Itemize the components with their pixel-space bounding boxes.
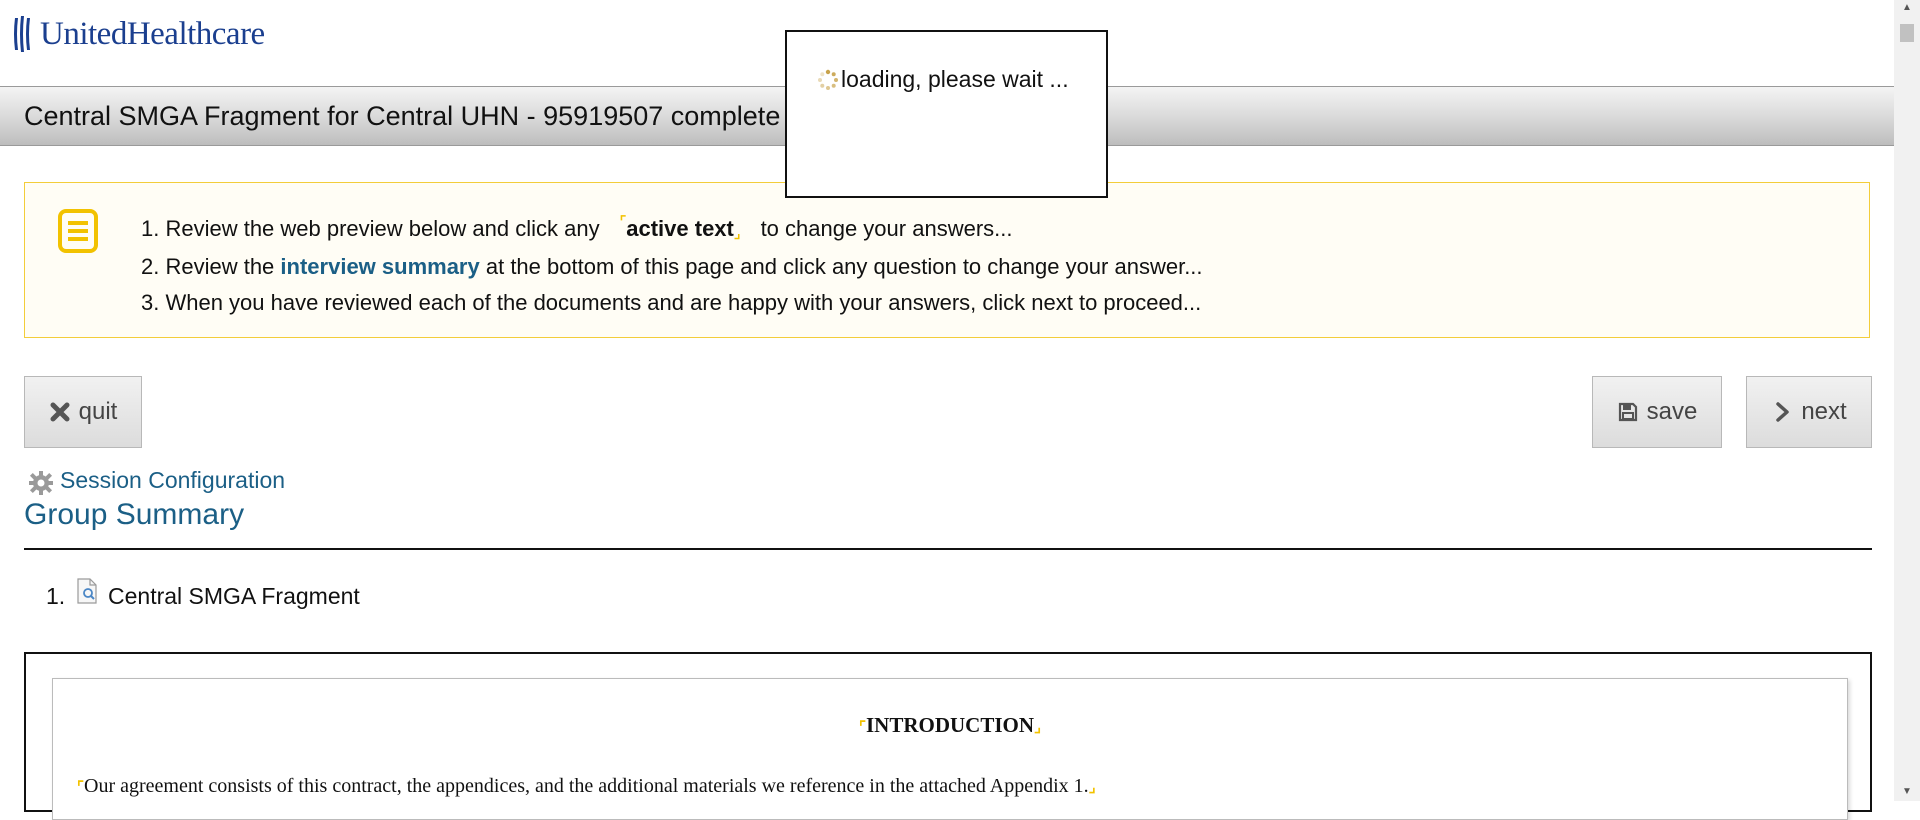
active-corner-close-icon: ⌟: [1088, 779, 1096, 796]
section-divider: [24, 548, 1872, 550]
list-item-number: 1.: [46, 582, 66, 609]
loading-dialog: loading, please wait ...: [785, 30, 1108, 198]
document-list-icon: [58, 209, 98, 253]
vertical-scrollbar[interactable]: ▲ ▼: [1894, 0, 1920, 801]
spinner-icon: [818, 69, 838, 90]
instruction-1-prefix: 1. Review the web preview below and clic…: [141, 216, 600, 241]
document-paragraph-text: Our agreement consists of this contract,…: [84, 775, 1089, 797]
next-button[interactable]: next: [1746, 376, 1872, 448]
chevron-right-icon: [1776, 402, 1790, 422]
active-corner-open-icon: ⌜: [858, 719, 866, 736]
gear-icon: [29, 471, 53, 495]
document-title: Central SMGA Fragment for Central UHN - …: [24, 101, 781, 131]
active-corner-close-icon: ⌟: [1034, 719, 1042, 736]
active-corner-open-icon: ⌜: [619, 213, 627, 229]
instruction-item-1: 1. Review the web preview below and clic…: [141, 211, 1203, 249]
document-preview-icon: [77, 578, 97, 604]
next-label: next: [1801, 398, 1847, 425]
save-button[interactable]: save: [1592, 376, 1722, 448]
group-summary-heading: Group Summary: [24, 498, 245, 531]
interview-summary-link[interactable]: interview summary: [280, 254, 479, 279]
active-corner-close-icon: ⌟: [733, 225, 741, 241]
instructions-panel: 1. Review the web preview below and clic…: [24, 182, 1870, 338]
document-preview-frame: ⌜INTRODUCTION⌟ ⌜Our agreement consists o…: [24, 652, 1872, 820]
scroll-thumb[interactable]: [1900, 24, 1914, 42]
quit-label: quit: [78, 398, 118, 425]
loading-message-row: loading, please wait ...: [817, 66, 1069, 93]
active-text-label: active text: [626, 216, 734, 241]
instruction-item-2: 2. Review the interview summary at the b…: [141, 249, 1203, 285]
instruction-item-3: 3. When you have reviewed each of the do…: [141, 290, 1202, 315]
list-item[interactable]: 1. Central SMGA Fragment: [46, 578, 360, 614]
instructions-list: 1. Review the web preview below and clic…: [141, 211, 1203, 321]
united-healthcare-logo: UnitedHealthcare: [12, 12, 265, 56]
active-corner-open-icon: ⌜: [77, 779, 85, 796]
document-page: ⌜INTRODUCTION⌟ ⌜Our agreement consists o…: [52, 678, 1848, 820]
session-configuration-link[interactable]: Session Configuration: [28, 464, 285, 496]
close-icon: [50, 402, 70, 422]
document-heading[interactable]: ⌜INTRODUCTION⌟: [53, 713, 1847, 738]
scroll-down-arrow-icon[interactable]: ▼: [1902, 786, 1912, 797]
floppy-disk-icon: [1618, 402, 1637, 422]
document-paragraph[interactable]: ⌜Our agreement consists of this contract…: [77, 775, 1096, 798]
instruction-2-suffix: at the bottom of this page and click any…: [485, 254, 1203, 279]
instruction-1-suffix: to change your answers...: [760, 216, 1013, 241]
loading-text: loading, please wait ...: [841, 66, 1069, 92]
document-heading-text: INTRODUCTION: [865, 713, 1035, 737]
list-item-label: Central SMGA Fragment: [108, 582, 360, 609]
quit-button[interactable]: quit: [24, 376, 142, 448]
brand-name: UnitedHealthcare: [40, 15, 265, 52]
save-label: save: [1646, 398, 1698, 425]
active-text-sample: ⌜active text⌟: [606, 213, 755, 241]
instruction-2-prefix: 2. Review the: [141, 254, 275, 279]
session-configuration-label: Session Configuration: [60, 466, 286, 493]
logo-mark-icon: [14, 16, 30, 52]
scroll-up-arrow-icon[interactable]: ▲: [1902, 2, 1912, 13]
